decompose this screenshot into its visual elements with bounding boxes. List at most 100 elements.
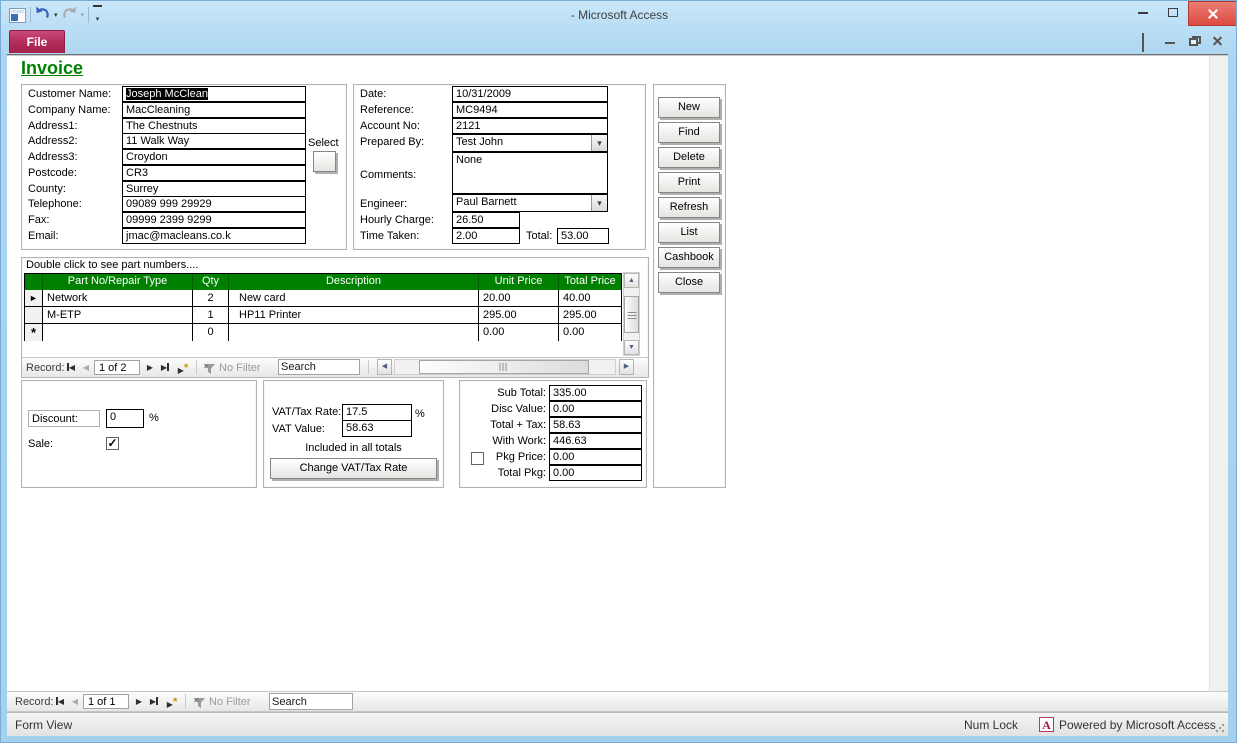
new-button[interactable]: New: [658, 97, 720, 118]
cell-unit-price[interactable]: 295.00: [479, 307, 559, 323]
first-record-button[interactable]: ◀: [64, 361, 78, 375]
cell-description[interactable]: HP11 Printer: [229, 307, 479, 323]
cell-qty[interactable]: 0: [193, 324, 229, 341]
scroll-down-icon[interactable]: ▼: [624, 340, 639, 355]
previous-record-button[interactable]: ◀: [68, 695, 82, 709]
filter-funnel-icon[interactable]: [203, 362, 216, 380]
telephone-field[interactable]: 09089 999 29929: [122, 196, 306, 212]
parts-search-input[interactable]: [278, 359, 360, 375]
document-restore-icon[interactable]: [1189, 36, 1201, 46]
print-button[interactable]: Print: [658, 172, 720, 193]
address2-field[interactable]: 11 Walk Way: [122, 133, 306, 149]
pkg-price-field[interactable]: 0.00: [549, 449, 642, 465]
refresh-button[interactable]: Refresh: [658, 197, 720, 218]
cell-description[interactable]: [229, 324, 479, 341]
sub-total-field[interactable]: 335.00: [549, 385, 642, 401]
last-record-button[interactable]: ▶: [158, 361, 172, 375]
reference-field[interactable]: MC9494: [452, 102, 608, 118]
hscrollbar-thumb[interactable]: [419, 360, 589, 374]
parts-hscrollbar[interactable]: [394, 359, 616, 375]
col-qty[interactable]: Qty: [193, 274, 229, 290]
address1-field[interactable]: The Chestnuts: [122, 118, 306, 134]
engineer-combo[interactable]: Paul Barnett ▾: [452, 194, 608, 212]
document-close-icon[interactable]: [1212, 35, 1223, 47]
record-position[interactable]: 1 of 2: [94, 360, 140, 375]
document-minimize-icon[interactable]: [1165, 42, 1175, 44]
customer-name-field[interactable]: Joseph McClean: [122, 86, 306, 102]
file-tab[interactable]: File: [9, 30, 65, 53]
next-record-button[interactable]: ▶: [132, 695, 146, 709]
with-work-field[interactable]: 446.63: [549, 433, 642, 449]
list-button[interactable]: List: [658, 222, 720, 243]
cell-unit-price[interactable]: 20.00: [479, 290, 559, 306]
prepared-by-combo[interactable]: Test John ▾: [452, 134, 608, 152]
total-pkg-field[interactable]: 0.00: [549, 465, 642, 481]
engineer-dropdown-icon[interactable]: ▾: [591, 195, 607, 211]
new-record-button[interactable]: ▶*: [163, 695, 181, 709]
delete-button[interactable]: Delete: [658, 147, 720, 168]
record-position[interactable]: 1 of 1: [83, 694, 129, 709]
row-selector-current-icon[interactable]: ►: [25, 290, 43, 306]
no-filter-toggle[interactable]: No Filter: [209, 696, 251, 708]
time-taken-field[interactable]: 2.00: [452, 228, 520, 244]
datasheet-vscrollbar[interactable]: ▲ ▼: [623, 272, 640, 356]
maximize-button[interactable]: [1158, 2, 1188, 23]
email-field[interactable]: jmac@macleans.co.k: [122, 228, 306, 244]
last-record-button[interactable]: ▶: [147, 695, 161, 709]
col-unit-price[interactable]: Unit Price: [479, 274, 559, 290]
cell-part[interactable]: Network: [43, 290, 193, 306]
postcode-field[interactable]: CR3: [122, 165, 306, 181]
col-description[interactable]: Description: [229, 274, 479, 290]
scroll-right-icon[interactable]: ▶: [619, 359, 634, 375]
comments-field[interactable]: None: [452, 152, 608, 194]
cell-qty[interactable]: 1: [193, 307, 229, 323]
cell-part[interactable]: M-ETP: [43, 307, 193, 323]
vat-value-field[interactable]: 58.63: [342, 420, 412, 437]
cell-part[interactable]: [43, 324, 193, 341]
cell-unit-price[interactable]: 0.00: [479, 324, 559, 341]
selector-header[interactable]: [25, 274, 43, 290]
cell-total-price[interactable]: 295.00: [559, 307, 621, 323]
cell-qty[interactable]: 2: [193, 290, 229, 306]
prepared-by-dropdown-icon[interactable]: ▾: [591, 135, 607, 151]
cashbook-button[interactable]: Cashbook: [658, 247, 720, 268]
form-vertical-scrollbar[interactable]: [1209, 56, 1228, 692]
select-button[interactable]: [313, 151, 336, 172]
cell-description[interactable]: New card: [229, 290, 479, 306]
cell-total-price[interactable]: 0.00: [559, 324, 621, 341]
total-plus-tax-field[interactable]: 58.63: [549, 417, 642, 433]
fax-field[interactable]: 09999 2399 9299: [122, 212, 306, 228]
row-selector[interactable]: [25, 307, 43, 323]
sale-checkbox[interactable]: ✓: [106, 437, 119, 450]
col-part-no[interactable]: Part No/Repair Type: [43, 274, 193, 290]
address3-field[interactable]: Croydon: [122, 149, 306, 165]
account-no-field[interactable]: 2121: [452, 118, 608, 134]
hourly-charge-field[interactable]: 26.50: [452, 212, 520, 228]
col-total-price[interactable]: Total Price: [559, 274, 621, 290]
first-record-button[interactable]: ◀: [53, 695, 67, 709]
close-form-button[interactable]: Close: [658, 272, 720, 293]
no-filter-toggle[interactable]: No Filter: [219, 362, 261, 374]
disc-value-field[interactable]: 0.00: [549, 401, 642, 417]
cell-total-price[interactable]: 40.00: [559, 290, 621, 306]
main-search-input[interactable]: [269, 693, 353, 710]
next-record-button[interactable]: ▶: [143, 361, 157, 375]
change-vat-rate-button[interactable]: Change VAT/Tax Rate: [270, 458, 437, 479]
row-selector-new-icon[interactable]: *: [25, 324, 43, 341]
new-record-button[interactable]: ▶*: [174, 361, 192, 375]
scroll-up-icon[interactable]: ▲: [624, 273, 639, 288]
collapse-ribbon-icon[interactable]: [1142, 33, 1144, 53]
resize-grip[interactable]: [1215, 723, 1225, 733]
total-field[interactable]: 53.00: [557, 228, 609, 244]
date-field[interactable]: 10/31/2009: [452, 86, 608, 102]
discount-field[interactable]: 0: [106, 409, 144, 428]
close-button[interactable]: [1188, 1, 1236, 26]
company-name-field[interactable]: MacCleaning: [122, 102, 306, 118]
vscrollbar-thumb[interactable]: [624, 296, 639, 333]
minimize-button[interactable]: [1128, 2, 1158, 23]
county-field[interactable]: Surrey: [122, 181, 306, 197]
scroll-left-icon[interactable]: ◀: [377, 359, 392, 375]
find-button[interactable]: Find: [658, 122, 720, 143]
previous-record-button[interactable]: ◀: [79, 361, 93, 375]
vat-rate-field[interactable]: 17.5: [342, 404, 412, 421]
